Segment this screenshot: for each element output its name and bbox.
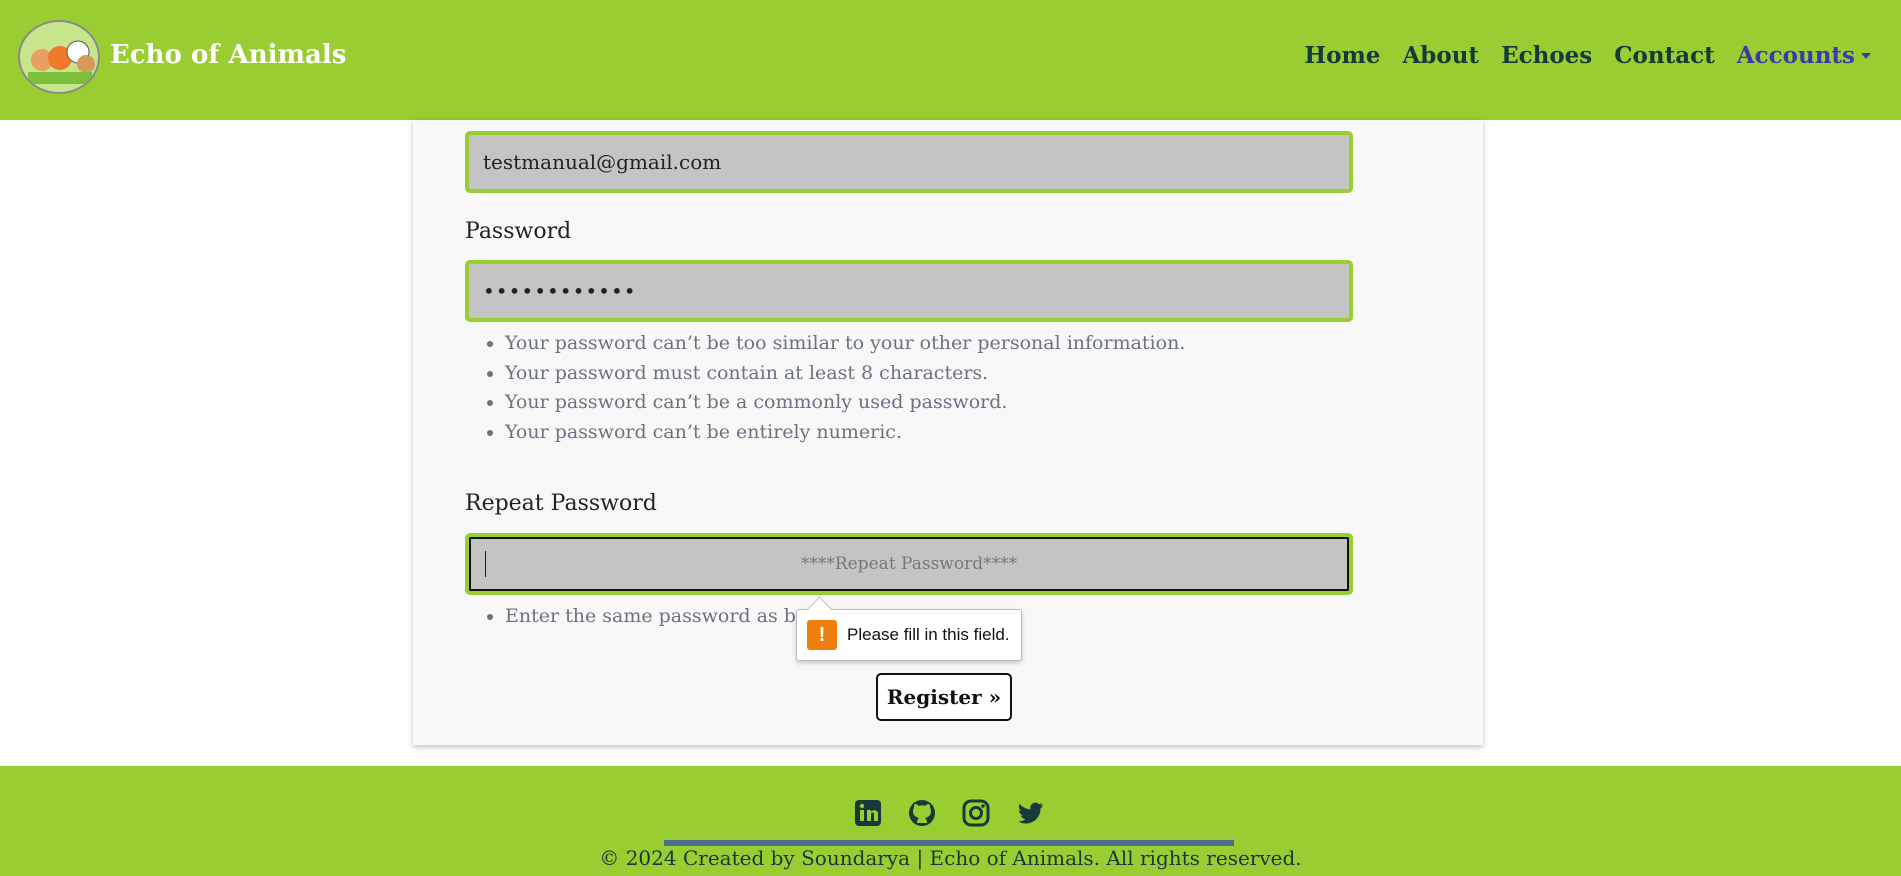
password-label: Password [465, 219, 572, 244]
validation-message: Please fill in this field. [847, 625, 1010, 644]
brand-name[interactable]: Echo of Animals [110, 40, 346, 70]
password-hint: Your password can’t be entirely numeric. [505, 418, 1185, 448]
nav-contact[interactable]: Contact [1614, 42, 1715, 69]
instagram-icon[interactable] [961, 798, 991, 828]
nav-about[interactable]: About [1402, 42, 1479, 69]
linkedin-icon[interactable] [853, 798, 883, 828]
repeat-password-hints: Enter the same password as before [481, 602, 846, 632]
github-icon[interactable] [907, 798, 937, 828]
email-value: testmanual@gmail.com [483, 150, 722, 174]
password-hints: Your password can’t be too similar to yo… [481, 329, 1185, 447]
nav-echoes[interactable]: Echoes [1501, 42, 1592, 69]
password-field[interactable]: •••••••••••• [465, 260, 1353, 322]
twitter-icon[interactable] [1015, 798, 1045, 828]
social-links [853, 798, 1045, 828]
nav-accounts-label: Accounts [1736, 42, 1855, 69]
email-field[interactable]: testmanual@gmail.com [465, 131, 1353, 193]
repeat-password-hint: Enter the same password as before [505, 602, 846, 632]
warning-icon: ! [807, 620, 837, 650]
navbar: Echo of Animals Home About Echoes Contac… [0, 0, 1901, 120]
password-hint: Your password can’t be too similar to yo… [505, 329, 1185, 359]
caret-down-icon [1861, 52, 1871, 59]
copyright-text: © 2024 Created by Soundarya | Echo of An… [599, 846, 1302, 870]
validation-tooltip: ! Please fill in this field. [796, 609, 1022, 661]
register-button[interactable]: Register » [876, 673, 1012, 721]
text-cursor [485, 551, 486, 577]
nav-home[interactable]: Home [1304, 42, 1380, 69]
repeat-password-field[interactable]: ****Repeat Password**** [465, 533, 1353, 595]
repeat-password-placeholder: ****Repeat Password**** [800, 554, 1018, 574]
nav-links: Home About Echoes Contact Accounts [1304, 42, 1871, 69]
repeat-password-label: Repeat Password [465, 491, 657, 516]
animals-logo-icon[interactable] [18, 20, 100, 94]
password-value: •••••••••••• [483, 279, 637, 303]
nav-accounts-dropdown[interactable]: Accounts [1737, 42, 1871, 69]
password-hint: Your password can’t be a commonly used p… [505, 388, 1185, 418]
password-hint: Your password must contain at least 8 ch… [505, 359, 1185, 389]
